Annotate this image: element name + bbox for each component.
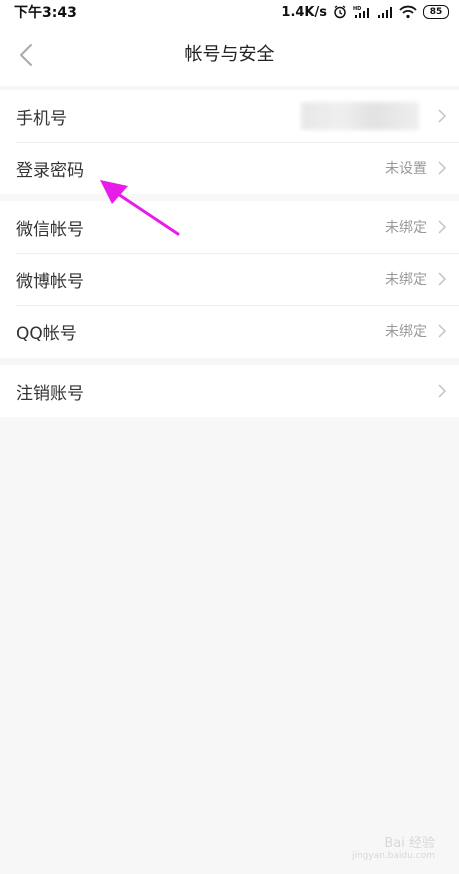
row-value: 未设置 — [385, 161, 427, 177]
row-label: 微博帐号 — [16, 271, 84, 292]
watermark-logo: Bai 经验 jingyan.baidu.com — [352, 836, 435, 862]
chevron-right-icon — [438, 109, 447, 123]
battery-icon: 85 — [423, 5, 449, 19]
row-label: 注销账号 — [16, 383, 84, 404]
chevron-right-icon — [438, 161, 447, 175]
row-weibo-account[interactable]: 微博帐号 未绑定 — [0, 253, 459, 305]
page-title: 帐号与安全 — [184, 44, 275, 65]
alarm-icon — [333, 5, 347, 19]
nav-header: 帐号与安全 — [0, 24, 459, 86]
row-label: 手机号 — [16, 108, 67, 129]
row-wechat-account[interactable]: 微信帐号 未绑定 — [0, 201, 459, 253]
signal-icon — [377, 5, 393, 19]
status-time: 下午3:43 — [14, 5, 77, 21]
status-indicators: 1.4K/s HD 85 — [281, 2, 449, 22]
settings-group-bindings: 微信帐号 未绑定 微博帐号 未绑定 QQ帐号 未绑定 — [0, 201, 459, 358]
row-value: 未绑定 — [385, 324, 427, 340]
row-value: 未绑定 — [385, 220, 427, 236]
net-speed: 1.4K/s — [281, 4, 327, 20]
svg-text:HD: HD — [353, 6, 361, 12]
watermark-sub: jingyan.baidu.com — [351, 851, 435, 862]
settings-group-account: 手机号 登录密码 未设置 — [0, 90, 459, 194]
row-phone-number[interactable]: 手机号 — [0, 90, 459, 142]
chevron-right-icon — [438, 384, 447, 398]
chevron-right-icon — [438, 272, 447, 286]
settings-group-deactivate: 注销账号 — [0, 365, 459, 417]
row-label: 微信帐号 — [16, 219, 84, 240]
status-bar: 下午3:43 1.4K/s HD 85 — [0, 0, 459, 24]
row-value: 未绑定 — [385, 272, 427, 288]
chevron-right-icon — [438, 220, 447, 234]
row-qq-account[interactable]: QQ帐号 未绑定 — [0, 305, 459, 357]
row-login-password[interactable]: 登录密码 未设置 — [0, 142, 459, 194]
row-label: 登录密码 — [16, 160, 84, 181]
hd-signal-icon: HD — [353, 5, 371, 19]
watermark-text: Bai 经验 — [384, 835, 435, 851]
masked-phone-number — [301, 102, 419, 130]
row-deactivate-account[interactable]: 注销账号 — [0, 365, 459, 417]
row-label: QQ帐号 — [16, 323, 77, 344]
chevron-right-icon — [438, 324, 447, 338]
wifi-icon — [399, 5, 417, 19]
